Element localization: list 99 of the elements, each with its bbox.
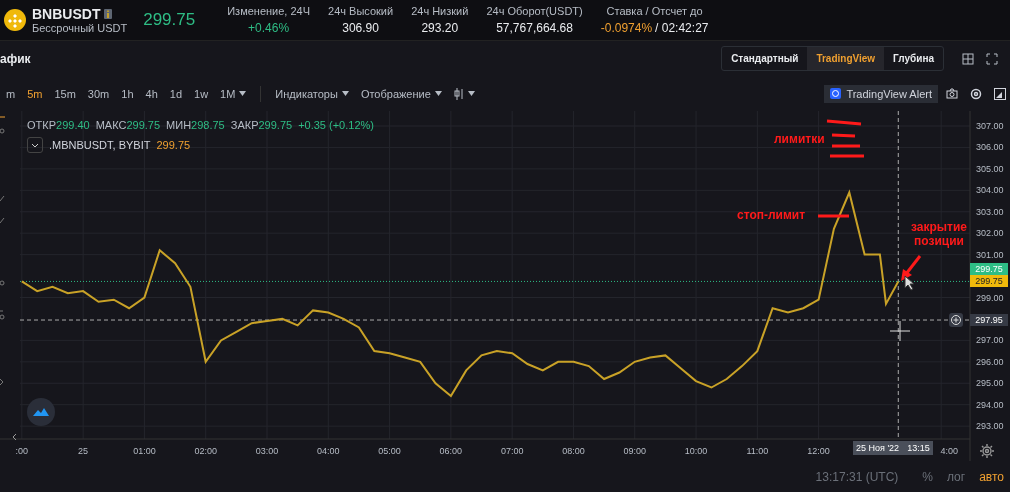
time-tick: 01:00 — [133, 446, 156, 456]
caret-icon — [467, 91, 475, 96]
time-tick: 09:00 — [623, 446, 646, 456]
time-tick: 4:00 — [940, 446, 958, 456]
expand-icon[interactable] — [986, 52, 998, 65]
crosshair-date: 25 Ноя '22 — [856, 443, 900, 453]
ohlc-value: МАКС299.75 — [95, 119, 161, 131]
price-tick: 294.00 — [976, 399, 1004, 410]
price-tick: 307.00 — [976, 121, 1004, 131]
time-tick: 11:00 — [746, 446, 769, 456]
price-label: 299.75 — [970, 263, 1008, 276]
time-tick: 12:00 — [807, 446, 830, 456]
collapse-button[interactable] — [27, 137, 43, 153]
time-tick: 07:00 — [500, 446, 524, 456]
interval-button[interactable]: m — [0, 87, 22, 100]
grid-icon[interactable] — [962, 52, 974, 65]
time-tick: 10:00 — [684, 446, 708, 456]
stat-label: Ставка / Отсчет до — [606, 5, 703, 17]
price-tick: 305.00 — [976, 163, 1004, 174]
scale-toggle[interactable]: лог — [947, 470, 966, 484]
price-tick: 296.00 — [976, 356, 1004, 367]
price-tick: 295.00 — [976, 378, 1004, 389]
interval-button[interactable]: 15m — [48, 87, 82, 100]
price-tick: 297.00 — [976, 335, 1004, 346]
cursor-icon — [904, 275, 915, 291]
interval-button[interactable]: 1h — [115, 87, 140, 100]
alert-button[interactable]: TradingView Alert — [824, 84, 938, 103]
price-label: 299.75 — [970, 275, 1008, 288]
interval-button[interactable]: 1M — [214, 87, 253, 100]
ohlc-value: МИН298.75 — [166, 119, 225, 131]
crosshair-time: 13:15 — [907, 443, 930, 453]
symbol-source: .MBNBUSDT, BYBIT — [49, 139, 151, 151]
time-tick: 04:00 — [317, 446, 340, 456]
stat-value: +0.46% — [248, 21, 290, 35]
fullscreen-icon[interactable] — [994, 87, 1006, 100]
stat-label: 24ч Низкий — [411, 5, 469, 17]
stat-value: 306.90 — [342, 21, 379, 35]
view-tab[interactable]: Стандартный — [722, 47, 808, 70]
stat-label: 24ч Высокий — [328, 5, 394, 17]
menu-button[interactable]: Отображение — [354, 87, 448, 100]
crosshair-icon — [889, 320, 911, 342]
legend-price: 299.75 — [156, 139, 191, 151]
price-tick: 304.00 — [976, 185, 1004, 196]
price-tick: 299.00 — [976, 292, 1004, 303]
time-tick: 03:00 — [255, 446, 279, 456]
scale-toggle[interactable]: авто — [979, 470, 1004, 484]
countdown: / 02:42:27 — [655, 21, 709, 35]
time-tick: 06:00 — [439, 446, 463, 456]
panel-title: афик — [0, 51, 31, 66]
price-tick: 301.00 — [976, 249, 1004, 260]
ohlc-value: ОТКР299.40 — [27, 119, 90, 131]
settings-icon[interactable] — [980, 444, 994, 458]
stat-value: 293.20 — [421, 21, 459, 35]
annotation-text: закрытие позиции — [910, 220, 968, 248]
pointer-arrow — [901, 255, 922, 281]
caret-icon — [341, 91, 349, 96]
info-icon[interactable] — [104, 9, 113, 19]
settings-icon[interactable] — [970, 87, 982, 100]
interval-button[interactable]: 5m — [21, 87, 49, 100]
add-icon[interactable] — [949, 313, 963, 327]
price-change: +0.35 (+0.12%) — [298, 119, 374, 131]
chevron-down-icon — [31, 142, 39, 148]
stop-line — [818, 214, 849, 218]
ohlc-value: ЗАКР299.75 — [230, 119, 293, 131]
scale-toggle[interactable]: % — [922, 470, 933, 484]
interval-button[interactable]: 1w — [188, 87, 215, 100]
stat-label: 24ч Оборот(USDT) — [486, 5, 583, 17]
contract-type: Бессрочный USDT — [32, 22, 128, 34]
camera-icon[interactable] — [946, 87, 958, 100]
view-tab[interactable]: TradingView — [807, 47, 885, 70]
coin-logo-icon — [4, 9, 26, 31]
price-tick: 303.00 — [976, 206, 1004, 217]
clock: 13:17:31 (UTC) — [815, 470, 899, 484]
symbol-name: BNBUSDT — [32, 6, 101, 22]
stat-label: Изменение, 24Ч — [227, 5, 311, 17]
candles-icon — [453, 87, 464, 100]
price-tick: 293.00 — [976, 421, 1004, 432]
interval-button[interactable]: 30m — [81, 87, 116, 100]
price-tick: 306.00 — [976, 142, 1004, 153]
stat-value: 57,767,664.68 — [496, 21, 573, 35]
last-price: 299.75 — [143, 10, 196, 30]
limit-marks-drawing — [826, 119, 864, 158]
time-tick: 08:00 — [562, 446, 585, 456]
time-tick: 05:00 — [378, 446, 401, 456]
time-tick: 25 — [78, 446, 89, 456]
view-tab[interactable]: Глубина — [884, 47, 943, 70]
interval-button[interactable]: 1d — [163, 87, 188, 100]
price-tick: 302.00 — [976, 228, 1004, 239]
menu-button[interactable]: Индикаторы — [269, 87, 355, 100]
caret-icon — [434, 91, 442, 96]
logo-icon[interactable] — [27, 398, 55, 426]
stat-value: -0.0974% — [600, 21, 653, 35]
time-tick: :00 — [15, 446, 29, 456]
time-tick: 02:00 — [194, 446, 217, 456]
alarm-icon — [830, 88, 842, 99]
annotation-text: лимитки — [774, 132, 825, 146]
annotation-text: стоп-лимит — [737, 208, 806, 222]
interval-button[interactable]: 4h — [139, 87, 164, 100]
price-label: 297.95 — [970, 314, 1008, 326]
